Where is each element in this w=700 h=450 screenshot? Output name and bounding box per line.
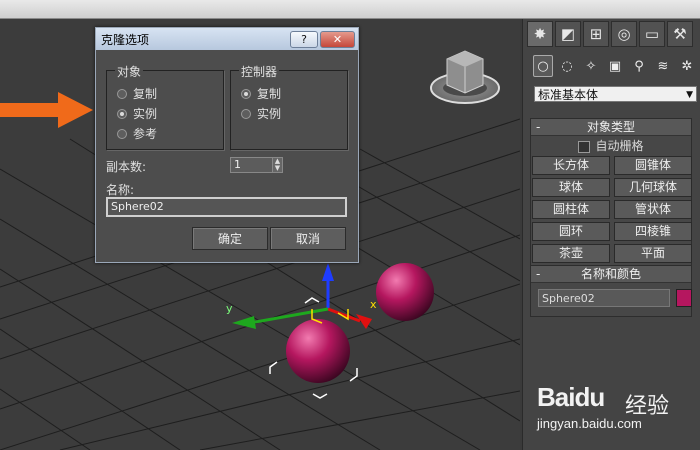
help-button[interactable]: ?	[290, 31, 318, 48]
baidu-jingyan-watermark: Baidu 经验 jingyan.baidu.com	[535, 370, 700, 450]
motion-tab-icon[interactable]: ◎	[611, 21, 637, 47]
lights-icon[interactable]: ✧	[581, 55, 601, 77]
command-panel-tabs: ✸ ◩ ⊞ ◎ ▭ ⚒	[527, 21, 699, 51]
object-group-label: 对象	[115, 63, 144, 80]
geosphere-button[interactable]: 几何球体	[614, 178, 692, 197]
hierarchy-tab-icon[interactable]: ⊞	[583, 21, 609, 47]
torus-button[interactable]: 圆环	[532, 222, 610, 241]
plane-button[interactable]: 平面	[614, 244, 692, 263]
cone-button[interactable]: 圆锥体	[614, 156, 692, 175]
controller-radio-instance[interactable]: 实例	[241, 105, 281, 122]
radio-indicator	[117, 88, 127, 99]
close-button[interactable]: ✕	[320, 31, 355, 48]
name-color-rollout: - 名称和颜色 Sphere02	[530, 265, 692, 317]
radio-label: 实例	[133, 107, 158, 121]
radio-label: 复制	[257, 87, 282, 101]
collapse-icon: -	[536, 120, 541, 134]
axis-y-label: y	[226, 302, 233, 315]
watermark-url: jingyan.baidu.com	[537, 416, 642, 431]
move-gizmo[interactable]: y x	[226, 263, 377, 329]
object-color-swatch[interactable]	[676, 289, 692, 307]
object-type-header[interactable]: - 对象类型	[531, 119, 691, 136]
teapot-button[interactable]: 茶壶	[532, 244, 610, 263]
annotation-arrow	[0, 92, 93, 128]
ok-button[interactable]: 确定	[192, 227, 268, 250]
box-button[interactable]: 长方体	[532, 156, 610, 175]
copies-spinner-arrows[interactable]: ▲ ▼	[272, 157, 283, 173]
chevron-down-icon: ▼	[686, 90, 693, 100]
cameras-icon[interactable]: ▣	[605, 55, 625, 77]
name-color-title: 名称和颜色	[580, 267, 641, 281]
modify-tab-icon[interactable]: ◩	[555, 21, 581, 47]
window-top-strip	[0, 0, 700, 19]
cancel-button[interactable]: 取消	[270, 227, 346, 250]
controller-group-label: 控制器	[239, 63, 280, 80]
object-type-rollout: - 对象类型 自动栅格 长方体 圆锥体 球体 几何球体 圆柱体 管状体 圆环 四…	[530, 118, 692, 270]
object-radio-copy[interactable]: 复制	[117, 85, 157, 102]
spacewarps-icon[interactable]: ≋	[653, 55, 673, 77]
object-group: 对象 复制 实例 参考	[106, 63, 224, 150]
pyramid-button[interactable]: 四棱锥	[614, 222, 692, 241]
checkbox-indicator	[578, 140, 591, 153]
dialog-title: 克隆选项	[101, 33, 150, 47]
name-input[interactable]: Sphere02	[106, 197, 347, 217]
sphere-button[interactable]: 球体	[532, 178, 610, 197]
axis-x-label: x	[370, 298, 377, 311]
radio-indicator-selected	[117, 108, 127, 119]
radio-label: 复制	[133, 87, 158, 101]
create-subtabs: ○ ◌ ✧ ▣ ⚲ ≋ ✲	[533, 55, 698, 79]
cylinder-button[interactable]: 圆柱体	[532, 200, 610, 219]
tube-button[interactable]: 管状体	[614, 200, 692, 219]
viewcube[interactable]	[430, 50, 500, 104]
helpers-icon[interactable]: ⚲	[629, 55, 649, 77]
category-value: 标准基本体	[538, 88, 599, 102]
controller-radio-copy[interactable]: 复制	[241, 85, 281, 102]
dialog-titlebar[interactable]: 克隆选项 ? ✕	[96, 28, 358, 50]
clone-options-dialog: 克隆选项 ? ✕ 对象 复制 实例 参考 控制器 复制 实例 副本数: 1 ▲ ▼…	[95, 27, 359, 263]
radio-label: 参考	[133, 127, 158, 141]
systems-icon[interactable]: ✲	[677, 55, 697, 77]
shapes-icon[interactable]: ◌	[557, 55, 577, 77]
display-tab-icon[interactable]: ▭	[639, 21, 665, 47]
object-radio-reference[interactable]: 参考	[117, 125, 157, 142]
utilities-tab-icon[interactable]: ⚒	[667, 21, 693, 47]
object-name-field[interactable]: Sphere02	[538, 289, 670, 307]
geometry-icon[interactable]: ○	[533, 55, 553, 77]
controller-group: 控制器 复制 实例	[230, 63, 348, 150]
radio-indicator	[117, 128, 127, 139]
copies-label: 副本数:	[106, 160, 147, 174]
object-radio-instance[interactable]: 实例	[117, 105, 157, 122]
category-dropdown[interactable]: 标准基本体 ▼	[534, 86, 697, 102]
name-color-header[interactable]: - 名称和颜色	[531, 266, 691, 283]
sphere-01[interactable]	[376, 263, 434, 321]
object-type-title: 对象类型	[586, 120, 635, 134]
radio-indicator	[241, 108, 251, 119]
sphere-02[interactable]	[286, 319, 350, 383]
create-tab-icon[interactable]: ✸	[527, 21, 553, 47]
radio-indicator-selected	[241, 88, 251, 99]
radio-label: 实例	[257, 107, 282, 121]
name-label: 名称:	[106, 183, 135, 197]
watermark-brand: Baidu	[537, 382, 605, 412]
collapse-icon: -	[536, 267, 541, 281]
autogrid-label: 自动栅格	[595, 139, 644, 153]
object-type-buttons: 长方体 圆锥体 球体 几何球体 圆柱体 管状体 圆环 四棱锥 茶壶 平面	[531, 156, 692, 269]
autogrid-checkbox[interactable]: 自动栅格	[531, 138, 691, 154]
